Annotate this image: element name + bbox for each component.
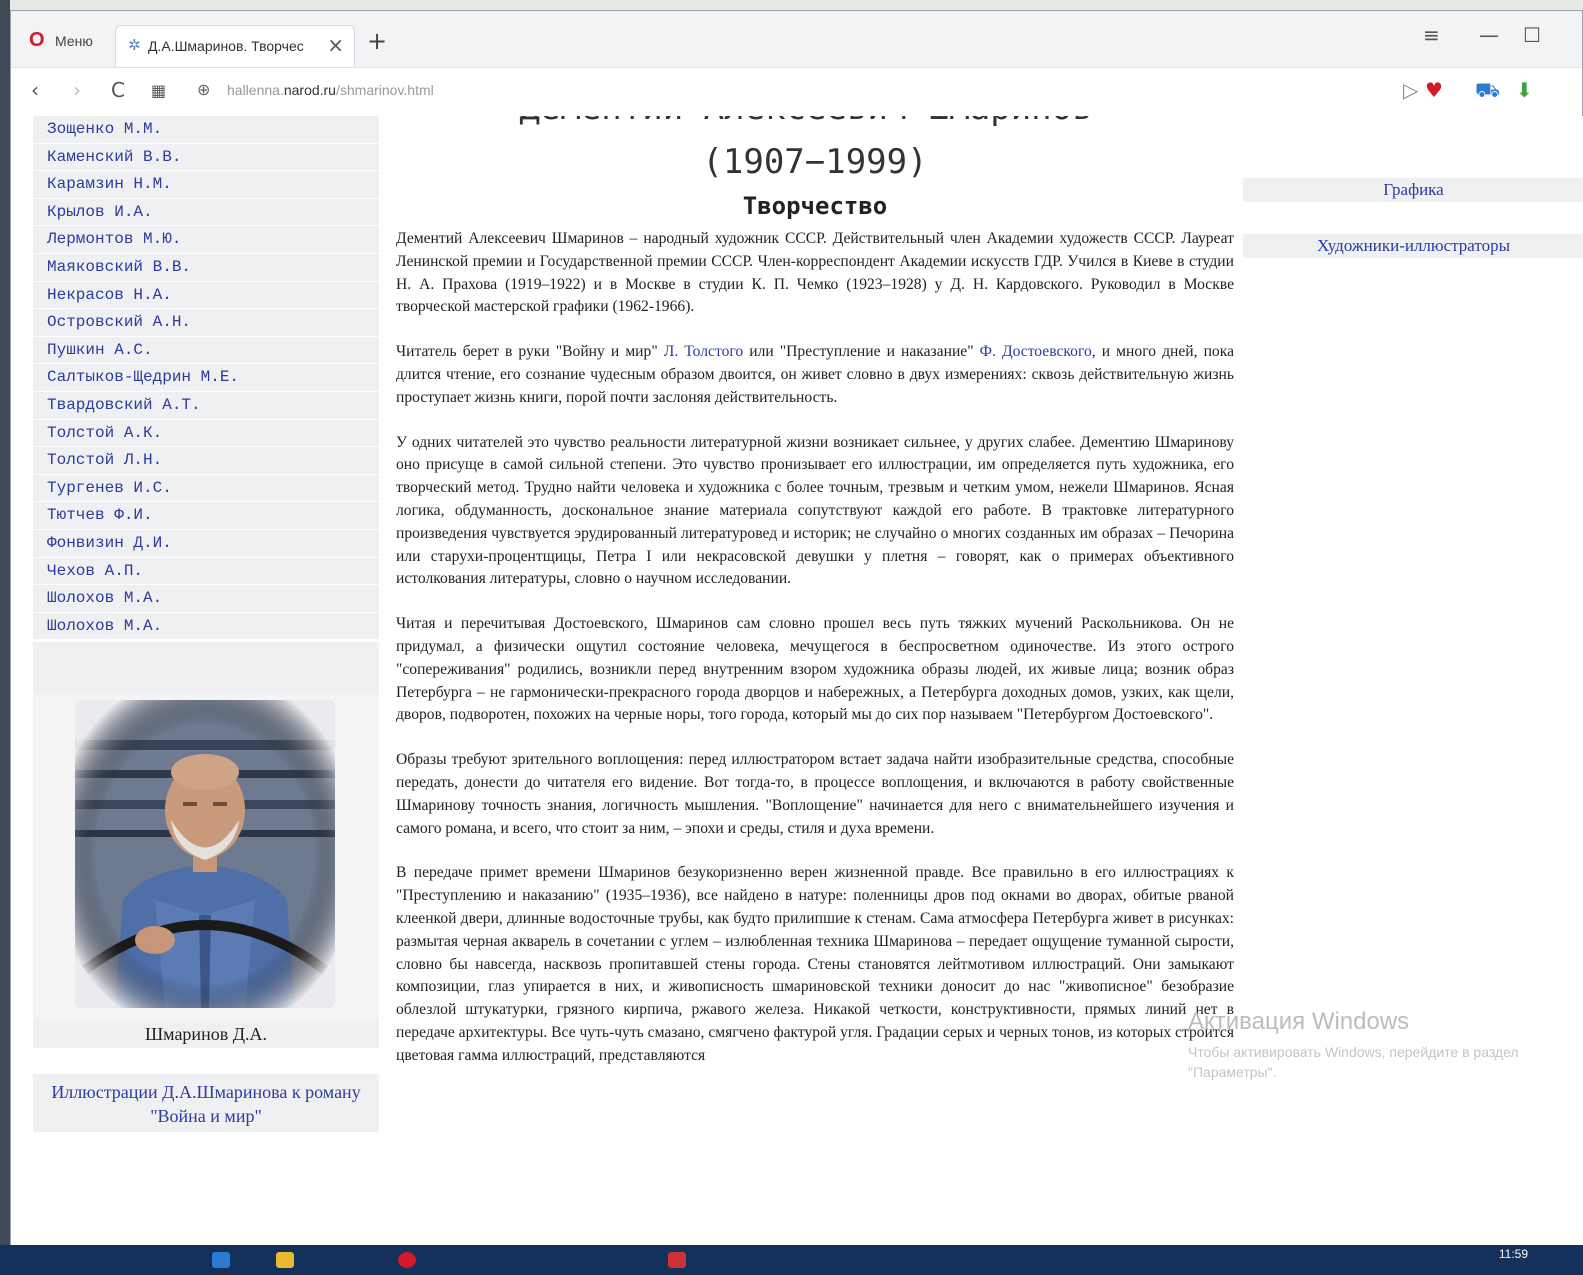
grafika-link[interactable]: Графика	[1243, 178, 1583, 202]
paragraph-2: Читатель берет в руки "Войну и мир" Л. Т…	[396, 343, 1234, 406]
cart-icon[interactable]: ⛟	[1475, 78, 1500, 105]
active-tab[interactable]: ✲ Д.А.Шмаринов. Творчес ×	[115, 25, 355, 67]
tolstoy-link[interactable]: Л. Толстого	[664, 343, 743, 360]
reload-icon[interactable]: C	[111, 78, 125, 102]
paragraph-4: Читая и перечитывая Достоевского, Шмарин…	[396, 615, 1234, 724]
author-link[interactable]: Шолохов М.А.	[33, 612, 379, 641]
author-link[interactable]: Маяковский В.В.	[33, 253, 379, 282]
new-tab-icon[interactable]: +	[367, 27, 387, 55]
paragraph-1: Дементий Алексеевич Шмаринов – народный …	[396, 230, 1234, 316]
taskbar-folder-icon[interactable]	[276, 1252, 294, 1268]
forward-icon[interactable]: ›	[73, 78, 81, 102]
paragraph-6: В передаче примет времени Шмаринов безук…	[396, 864, 1234, 1064]
opera-logo-icon[interactable]: O	[29, 29, 45, 52]
article-body: Дементий Алексеевич Шмаринов – народный …	[396, 228, 1234, 1090]
send-icon[interactable]: ▷	[1403, 78, 1418, 102]
illustrations-war-and-peace-link[interactable]: Иллюстрации Д.А.Шмаринова к роману "Войн…	[33, 1074, 379, 1132]
author-link[interactable]: Лермонтов М.Ю.	[33, 226, 379, 254]
author-link[interactable]: Фонвизин Д.И.	[33, 529, 379, 558]
portrait-photo	[75, 700, 335, 1008]
taskbar-clock: 11:59	[1498, 1247, 1528, 1261]
windows-activation-subtitle: Чтобы активировать Windows, перейдите в …	[1188, 1044, 1519, 1080]
article-heading: Дементий Алексеевич Шмаринов	[456, 116, 1156, 128]
author-link[interactable]: Крылов И.А.	[33, 198, 379, 227]
author-link[interactable]: Тютчев Ф.И.	[33, 502, 379, 530]
author-link[interactable]: Каменский В.В.	[33, 143, 379, 172]
desktop-background	[0, 0, 10, 1275]
author-link[interactable]: Твардовский А.Т.	[33, 391, 379, 420]
author-list: Зощенко М.М. Каменский В.В. Карамзин Н.М. К…	[33, 116, 379, 641]
tab-bar: O Меню ✲ Д.А.Шмаринов. Творчес × + ≡ — ☐	[11, 11, 1582, 68]
author-link[interactable]: Островский А.Н.	[33, 309, 379, 337]
taskbar-app-icon[interactable]	[212, 1252, 230, 1268]
menu-button[interactable]: Меню	[55, 33, 93, 49]
address-bar: ‹ › C ▦ ⊕ hallenna.narod.ru/shmarinov.ht…	[11, 68, 1582, 117]
section-title: Творчество	[742, 192, 888, 220]
life-years: (1907−1999)	[702, 142, 928, 182]
url-text[interactable]: hallenna.narod.ru/shmarinov.html	[227, 82, 434, 98]
author-link[interactable]: Карамзин Н.М.	[33, 171, 379, 199]
sidebar-spacer	[33, 642, 379, 698]
tab-menu-icon[interactable]: ≡	[1423, 23, 1440, 47]
back-icon[interactable]: ‹	[31, 78, 39, 102]
author-link[interactable]: Чехов А.П.	[33, 557, 379, 586]
portrait-frame	[33, 694, 379, 1020]
url-field[interactable]: ⊕ hallenna.narod.ru/shmarinov.html	[191, 76, 1391, 106]
author-link[interactable]: Салтыков-Щедрин М.Е.	[33, 364, 379, 392]
left-sidebar: Зощенко М.М. Каменский В.В. Карамзин Н.М. К…	[33, 116, 379, 1132]
tab-title: Д.А.Шмаринов. Творчес	[148, 38, 304, 54]
taskbar-app2-icon[interactable]	[668, 1252, 686, 1268]
favicon-icon: ✲	[128, 36, 141, 54]
paragraph-3: У одних читателей это чувство реальности…	[396, 433, 1234, 588]
paragraph-5: Образы требуют зрительного воплощения: п…	[396, 751, 1234, 837]
dostoevsky-link[interactable]: Ф. Достоевского	[980, 343, 1092, 360]
author-link[interactable]: Шолохов М.А.	[33, 585, 379, 613]
author-link[interactable]: Зощенко М.М.	[33, 116, 379, 144]
site-info-icon[interactable]: ⊕	[197, 80, 210, 99]
author-link[interactable]: Некрасов Н.А.	[33, 281, 379, 310]
taskbar-opera-icon[interactable]	[398, 1252, 416, 1268]
windows-activation-title: Активация Windows	[1188, 1008, 1410, 1035]
minimize-icon[interactable]: —	[1479, 23, 1499, 47]
download-icon[interactable]: ⬇	[1516, 78, 1533, 102]
author-link[interactable]: Тургенев И.С.	[33, 474, 379, 503]
author-link[interactable]: Толстой Л.Н.	[33, 447, 379, 475]
illustrators-link[interactable]: Художники-иллюстраторы	[1243, 234, 1583, 258]
heart-icon[interactable]: ♥	[1425, 78, 1443, 102]
author-link[interactable]: Пушкин А.С.	[33, 336, 379, 365]
close-tab-icon[interactable]: ×	[327, 33, 344, 57]
taskbar: 11:59	[0, 1245, 1583, 1275]
author-link[interactable]: Толстой А.К.	[33, 419, 379, 448]
speed-dial-icon[interactable]: ▦	[151, 81, 166, 100]
portrait-caption: Шмаринов Д.А.	[33, 1020, 379, 1048]
maximize-icon[interactable]: ☐	[1523, 23, 1541, 47]
